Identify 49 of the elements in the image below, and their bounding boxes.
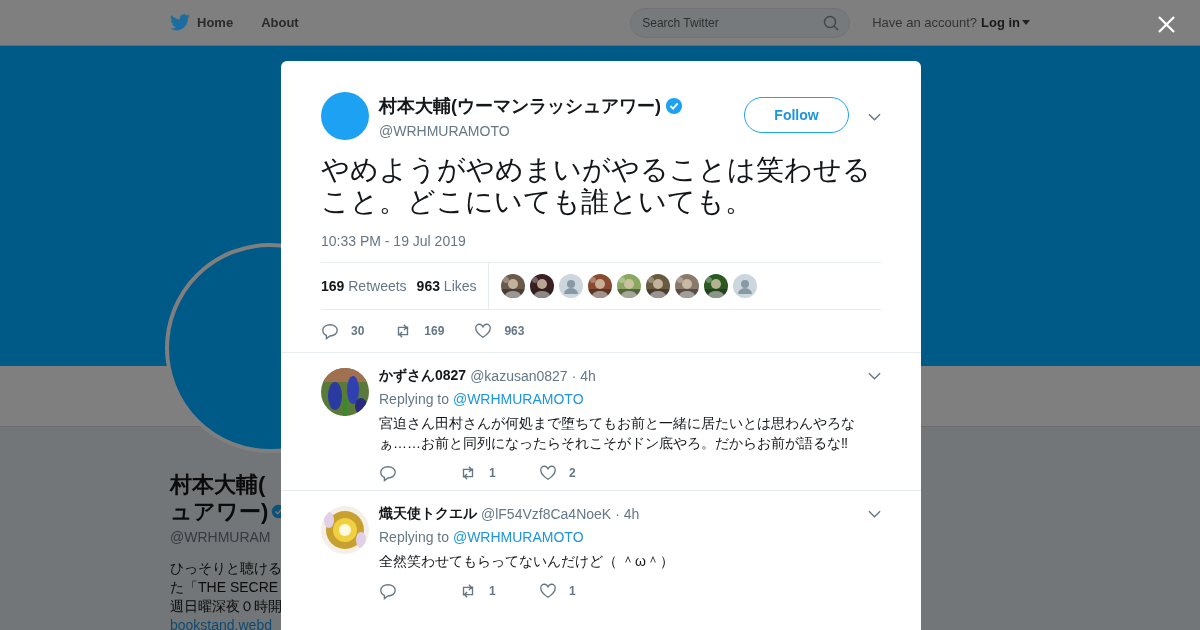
caret-icon[interactable] (1022, 20, 1030, 25)
author-avatar[interactable] (321, 92, 369, 140)
replying-to-label: Replying to (379, 391, 450, 407)
bio-text: 週日曜深夜０時開 (170, 597, 283, 616)
reply-icon[interactable] (379, 582, 397, 600)
replying-to-label: Replying to (379, 529, 450, 545)
heart-icon[interactable] (474, 322, 493, 340)
reply-text: 宮迫さん田村さんが何処まで堕ちてもお前と一緒に居たいとは思わんやろなぁ……お前と同列になったらそれこそがドン底やろ。だからお前が語るな‼ (379, 414, 856, 453)
search-field[interactable]: Search Twitter (630, 7, 851, 38)
chevron-down-icon[interactable] (868, 510, 881, 518)
follow-button[interactable]: Follow (744, 97, 849, 133)
login-prompt: Have an account? (872, 15, 977, 30)
tweet-timestamp[interactable]: 10:33 PM - 19 Jul 2019 (321, 233, 881, 249)
chevron-down-icon[interactable] (868, 113, 881, 121)
reply-author-name[interactable]: かずさん0827 (379, 367, 467, 385)
like-count: 963 (504, 324, 525, 338)
retweet-count: 1 (489, 466, 496, 480)
heart-icon[interactable] (539, 582, 557, 600)
reply-text: 全然笑わせてもらってないんだけど（ ＾ω＾） (379, 552, 675, 571)
retweet-count: 169 (424, 324, 445, 338)
reply-icon[interactable] (321, 322, 339, 340)
nav-link[interactable]: Home (197, 15, 234, 30)
mention-link[interactable]: @WRHMURAMOTO (452, 391, 584, 407)
like-count: 1 (569, 584, 576, 598)
profile-handle: @WRHMURAM (170, 529, 272, 545)
close-icon[interactable] (1158, 16, 1175, 33)
like-count: 2 (569, 466, 576, 480)
heart-icon[interactable] (539, 464, 557, 482)
reply-author-handle[interactable]: @lF54Vzf8Ca4NoeK (481, 506, 612, 522)
reply-count: 30 (351, 324, 365, 338)
reply-time[interactable]: · 4h (571, 368, 596, 384)
tweet-text: やめようがやめまいがやることは笑わせること。どこにいても誰といても。 (321, 154, 872, 218)
author-handle[interactable]: @WRHMURAMOTO (379, 123, 744, 139)
retweet-count: 1 (489, 584, 496, 598)
stat-count[interactable]: 169 Retweets (321, 278, 407, 294)
mention-link[interactable]: @WRHMURAMOTO (452, 529, 584, 545)
bio-text: た「THE SECRE (170, 578, 280, 597)
profile-name: 村本大輔( (170, 471, 267, 498)
bio-text: ひっそりと聴ける (170, 559, 283, 578)
reply-time[interactable]: · 4h (615, 506, 640, 522)
reply-author-name[interactable]: 熾天使トクエル (379, 505, 477, 523)
reply-author-handle[interactable]: @kazusan0827 (470, 368, 568, 384)
nav-link[interactable]: About (261, 15, 299, 30)
reply-icon[interactable] (379, 464, 397, 482)
stat-count[interactable]: 963 Likes (416, 278, 477, 294)
login-link[interactable]: Log in (981, 15, 1020, 30)
chevron-down-icon[interactable] (868, 372, 881, 380)
author-name[interactable]: 村本大輔(ウーマンラッシュアワー) (379, 94, 661, 118)
search-icon[interactable] (823, 14, 840, 31)
